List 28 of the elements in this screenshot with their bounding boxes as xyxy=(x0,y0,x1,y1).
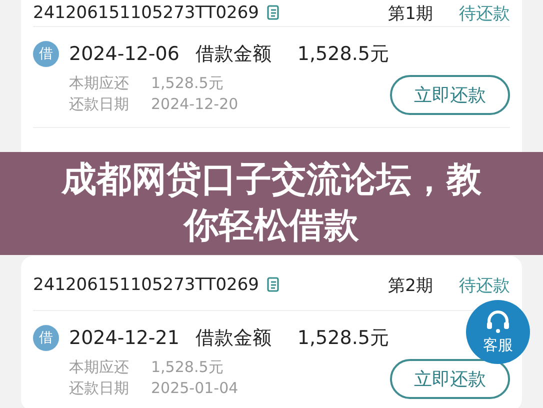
item-type: 借款金额 xyxy=(195,42,272,67)
headset-icon xyxy=(485,310,511,334)
copy-icon[interactable] xyxy=(266,277,281,293)
detail-label: 本期应还 xyxy=(69,357,129,378)
item-type: 借款金额 xyxy=(195,326,272,351)
detail-value: 2025-01-04 xyxy=(151,378,238,399)
item-date: 2024-12-21 xyxy=(69,327,180,349)
banner-title: 成都网贷口子交流论坛，教你轻松借款 xyxy=(60,159,482,248)
item-amount: 1,528.5元 xyxy=(297,326,389,351)
detail-label: 还款日期 xyxy=(69,94,129,115)
item-date: 2024-12-06 xyxy=(69,43,180,65)
detail-value: 1,528.5元 xyxy=(151,357,224,378)
order-number: 241206151105273TT0269 xyxy=(33,3,259,23)
status-label: 待还款 xyxy=(459,274,510,296)
order-number: 241206151105273TT0269 xyxy=(33,275,259,295)
detail-value: 2024-12-20 xyxy=(151,94,238,115)
period-label: 第1期 xyxy=(388,2,433,24)
type-badge: 借 xyxy=(33,325,59,351)
period-label: 第2期 xyxy=(388,274,433,296)
type-badge: 借 xyxy=(33,41,59,67)
pay-button[interactable]: 立即还款 xyxy=(390,359,510,399)
copy-icon[interactable] xyxy=(266,5,281,21)
status-label: 待还款 xyxy=(459,2,510,24)
detail-value: 1,528.5元 xyxy=(151,73,224,94)
detail-label: 本期应还 xyxy=(69,73,129,94)
detail-label: 还款日期 xyxy=(69,378,129,399)
pay-button[interactable]: 立即还款 xyxy=(390,75,510,115)
item-amount: 1,528.5元 xyxy=(297,42,389,67)
